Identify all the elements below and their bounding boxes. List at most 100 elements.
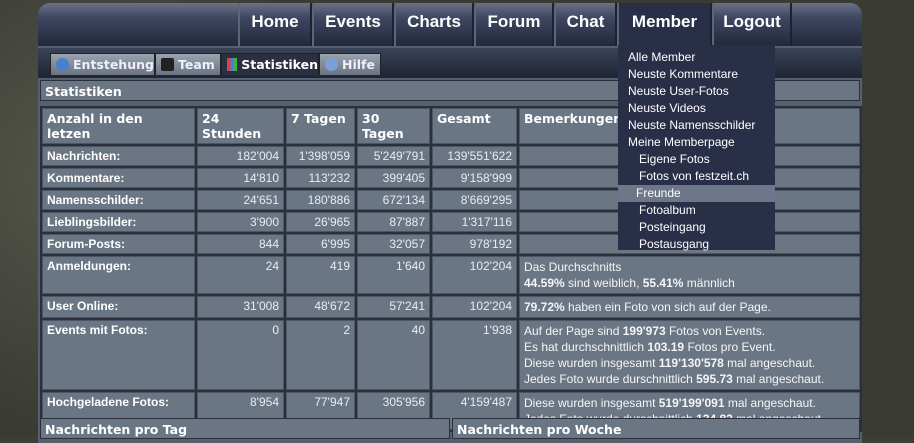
col-header: 30 Tagen [357, 108, 430, 144]
cell-value: 182'004 [197, 146, 284, 166]
nav-logout[interactable]: Logout [712, 3, 792, 46]
cell-value: 0 [197, 320, 284, 390]
remark-text: mal angeschaut. [732, 372, 825, 386]
nav-events[interactable]: Events [312, 3, 394, 46]
nav-chat[interactable]: Chat [554, 3, 617, 46]
remark-text: 199'973 [622, 324, 666, 338]
remark-text: Jedes Foto wurde durschnittlich [524, 372, 697, 386]
cell-value: 8'669'295 [432, 190, 517, 210]
cell-value: 139'551'622 [432, 146, 517, 166]
cell-value: 32'057 [357, 234, 430, 254]
cell-value: 14'810 [197, 168, 284, 188]
menu-item[interactable]: Neuste Videos [618, 100, 775, 117]
remark-text: 79.72% [524, 300, 565, 314]
cell-value: 102'204 [432, 296, 517, 318]
menu-item[interactable]: Fotoalbum [618, 202, 775, 219]
cell-value: 1'640 [357, 256, 430, 294]
top-nav-bar: Home Events Charts Forum Chat Member Log… [38, 3, 862, 46]
cell-value: 672'134 [357, 190, 430, 210]
cell-value: 31'008 [197, 296, 284, 318]
nav-label: Charts [407, 12, 461, 31]
menu-item[interactable]: Neuste User-Fotos [618, 83, 775, 100]
nav-label: Chat [566, 12, 605, 31]
info-icon [56, 58, 69, 71]
cell-value: 399'405 [357, 168, 430, 188]
tab-hilfe[interactable]: Hilfe [319, 53, 381, 75]
menu-item[interactable]: Postausgang [618, 236, 775, 253]
cell-value: 40 [357, 320, 430, 390]
remark-text: Fotos von Events. [665, 324, 766, 338]
cell-value: 48'672 [286, 296, 355, 318]
menu-item[interactable]: Meine Memberpage [618, 134, 775, 151]
nav-charts[interactable]: Charts [394, 3, 474, 46]
menu-item[interactable]: Posteingang [618, 219, 775, 236]
col-header: Gesamt [432, 108, 517, 144]
remark-text: Fotos pro Event. [684, 340, 776, 354]
remark-text: Es hat durchschnittlich [524, 340, 648, 354]
remark-cell: Das Durchschnitts 44.59% sind weiblich, 5… [519, 256, 860, 294]
cell-value: 3'900 [197, 212, 284, 232]
row-label: Kommentare: [42, 168, 195, 188]
tab-statistiken[interactable]: Statistiken [221, 53, 319, 75]
cell-value: 113'232 [286, 168, 355, 188]
remark-text: 103.19 [647, 340, 685, 354]
nav-home[interactable]: Home [238, 3, 312, 46]
cell-value: 6'995 [286, 234, 355, 254]
menu-item[interactable]: Eigene Fotos [618, 151, 775, 168]
section-nachrichten-pro-tag: Nachrichten pro Tag [40, 418, 450, 439]
menu-item[interactable]: Freunde [618, 185, 775, 202]
tab-label: Statistiken [241, 57, 318, 72]
table-row: Events mit Fotos: 0 2 40 1'938 Auf der Page s… [42, 320, 860, 390]
tab-label: Team [178, 57, 215, 72]
cell-value: 1'317'116 [432, 212, 517, 232]
col-header: 24 Stunden [197, 108, 284, 144]
menu-item[interactable]: Neuste Kommentare [618, 66, 775, 83]
cell-value: 1'938 [432, 320, 517, 390]
remark-text: haben ein Foto von sich auf der Page. [564, 300, 771, 314]
cell-value: 9'158'999 [432, 168, 517, 188]
remark-text: Auf der Page sind [524, 324, 623, 338]
cell-value: 26'965 [286, 212, 355, 232]
cell-value: 24'651 [197, 190, 284, 210]
remark-text: Diese wurden insgesamt [524, 396, 659, 410]
menu-item[interactable]: Alle Member [618, 49, 775, 66]
cell-value: 24 [197, 256, 284, 294]
tab-entstehung[interactable]: Entstehung [50, 53, 155, 75]
help-icon [325, 58, 338, 71]
row-label: Nachrichten: [42, 146, 195, 166]
tab-team[interactable]: Team [155, 53, 221, 75]
section-nachrichten-pro-woche: Nachrichten pro Woche [452, 418, 860, 439]
row-label: Namensschilder: [42, 190, 195, 210]
remark-text: männlich [683, 276, 735, 290]
remark-text: 595.73 [696, 372, 733, 386]
main-container: Home Events Charts Forum Chat Member Log… [38, 3, 862, 443]
nav-label: Home [251, 12, 299, 31]
nav-label: Logout [723, 12, 781, 31]
remark-text: mal angeschaut. [724, 396, 816, 410]
remark-cell: Auf der Page sind 199'973 Fotos von Even… [519, 320, 860, 390]
remark-text: 519'199'091 [658, 396, 725, 410]
row-label: Anmeldungen: [42, 256, 195, 294]
row-label: Forum-Posts: [42, 234, 195, 254]
nav-forum[interactable]: Forum [474, 3, 554, 46]
nav-label: Events [325, 12, 381, 31]
cell-value: 2 [286, 320, 355, 390]
nav-member[interactable]: Member [617, 3, 712, 46]
camera-icon [161, 58, 174, 71]
cell-value: 180'886 [286, 190, 355, 210]
remark-text: Das Durchschnitts [524, 260, 622, 274]
row-label: Events mit Fotos: [42, 320, 195, 390]
remark-text: 119'130'578 [658, 356, 724, 370]
remark-text: 55.41% [642, 276, 684, 290]
cell-value: 1'398'059 [286, 146, 355, 166]
bar-chart-icon [227, 58, 238, 71]
cell-value: 5'249'791 [357, 146, 430, 166]
cell-value: 978'192 [432, 234, 517, 254]
nav-label: Member [631, 12, 698, 31]
menu-item[interactable]: Neuste Namensschilder [618, 117, 775, 134]
remark-cell: 79.72% haben ein Foto von sich auf der P… [519, 296, 860, 318]
menu-item[interactable]: Fotos von festzeit.ch [618, 168, 775, 185]
remark-text: mal angeschaut. [723, 356, 816, 370]
table-row: Anmeldungen: 24 419 1'640 102'204 Das Durchsc… [42, 256, 860, 294]
cell-value: 87'887 [357, 212, 430, 232]
